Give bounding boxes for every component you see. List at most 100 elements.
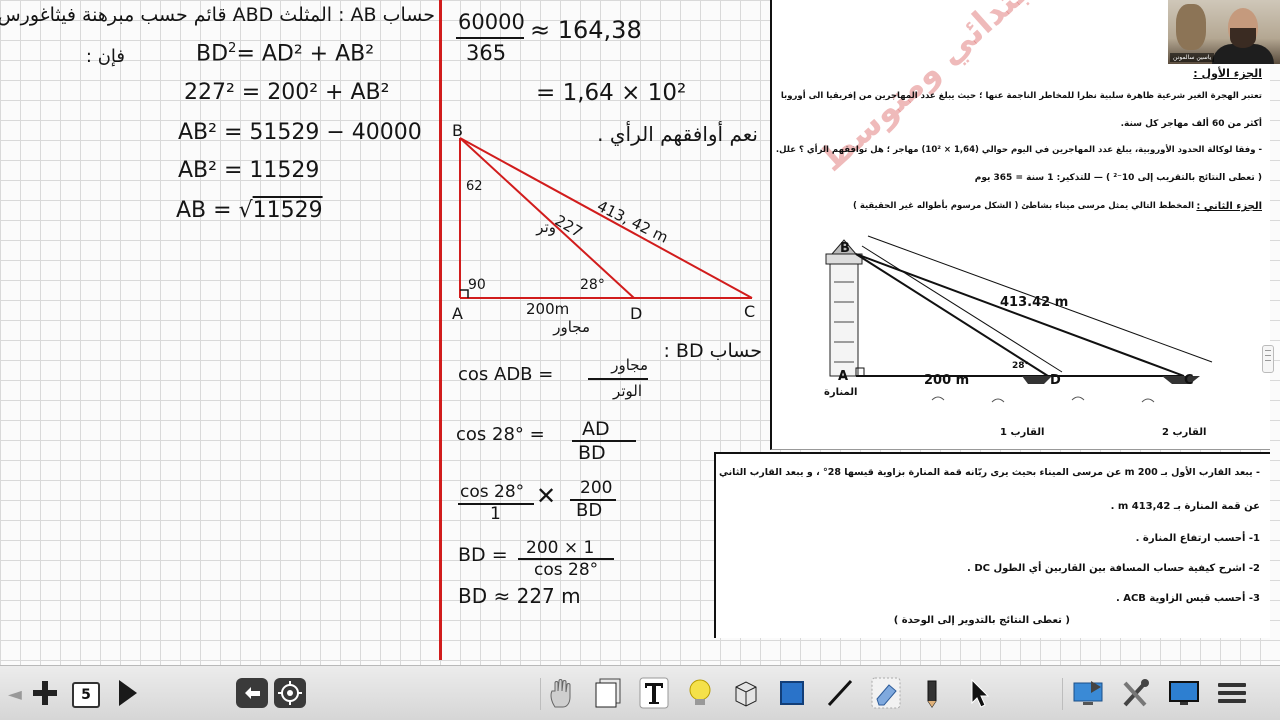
next-page-button[interactable] — [112, 676, 142, 710]
hand-icon — [550, 679, 571, 708]
step5: AB = √11529 — [176, 198, 323, 223]
fig-label-boat2: القارب 2 — [1162, 427, 1207, 438]
label-C: C — [744, 302, 756, 321]
step1-lhs: BD — [196, 41, 229, 67]
screen-capture-button[interactable] — [272, 676, 308, 710]
highlighter-button[interactable] — [682, 676, 718, 710]
3d-tool-button[interactable] — [728, 676, 764, 710]
fig-waves — [931, 396, 1155, 403]
fraction1-den: 365 — [466, 41, 507, 65]
fig-boat-1 — [1022, 376, 1052, 384]
toolbar-separator — [540, 678, 541, 710]
toolbar-scroll-left[interactable]: ◄ — [8, 684, 22, 705]
seg-AD-word: مجاور — [553, 318, 590, 336]
square-icon — [780, 681, 804, 705]
bd-final: BD ≈ 227 m — [458, 584, 581, 608]
cross-mark: ✕ — [536, 482, 557, 510]
cos-line1-num: مجاور — [611, 356, 648, 374]
bd-line-num: 200 × 1 — [526, 538, 595, 558]
question-3: 3- أحسب قيس الزاوية ACB . — [1115, 593, 1260, 604]
cursor-icon — [971, 678, 990, 708]
display-tool-button[interactable] — [1164, 676, 1204, 710]
sci-result: = 1,64 × 10² — [536, 80, 687, 106]
monitor-icon — [1169, 681, 1199, 705]
page-sorter-button[interactable] — [590, 676, 626, 710]
left-heading: حساب AB : المثلث ABD قائم حسب مبرهنة فيث… — [0, 4, 435, 26]
plus-icon — [33, 681, 57, 705]
text-icon — [639, 677, 669, 709]
toolbar-separator-2 — [1062, 678, 1063, 710]
cos-line1-den: الوتر — [613, 382, 642, 400]
cos-line2-den: BD — [578, 442, 606, 464]
exam-note: ( تعطى النتائج بالتدوير إلى الوحدة ) — [893, 615, 1070, 626]
pages-icon — [595, 678, 621, 708]
cos-line2-lhs: cos 28° = — [456, 424, 545, 445]
label-D: D — [630, 304, 643, 323]
cos-line1-lhs: cos ADB = — [458, 364, 554, 385]
fig-boat-2 — [1162, 376, 1200, 384]
step1-rhs: = AD² + AB² — [236, 41, 375, 67]
page-number-indicator[interactable]: 5 — [72, 682, 100, 708]
step3: AB² = 51529 − 40000 — [178, 120, 422, 145]
triangle-sketch — [459, 137, 753, 299]
part2-intro: المخطط التالي يمثل مرسى ميناء بشاطئ ( ال… — [852, 201, 1194, 211]
settings-tool-button[interactable] — [1116, 676, 1156, 710]
step1: BD2= AD² + AB² — [196, 41, 375, 67]
right-angle-mark — [460, 289, 469, 298]
menu-button[interactable] — [1212, 676, 1252, 710]
cos-line2-num: AD — [582, 418, 610, 440]
cos-line3-den-left: 1 — [490, 504, 501, 524]
then-label: فإن : — [85, 46, 125, 67]
fig-label-boat1: القارب 1 — [1000, 427, 1045, 438]
pencil-icon — [927, 680, 937, 708]
step4: AB² = 11529 — [178, 158, 320, 183]
fig-label-lighthouse: المنارة — [824, 387, 858, 398]
exam-sheet-top: دروس الاستاذ ياسين ابتدائي ومتوسط الجزء … — [770, 0, 1270, 450]
fraction1-result: ≈ 164,38 — [530, 16, 642, 44]
angle-B: 62 — [466, 179, 483, 194]
fraction1-num: 60000 — [458, 10, 525, 34]
cube-icon — [735, 681, 757, 707]
tools-icon — [1123, 679, 1149, 707]
angle-A: 90 — [468, 277, 486, 293]
exam-figure — [825, 235, 1213, 403]
step2: 227² = 200² + AB² — [184, 80, 390, 105]
part1-line4: ( تعطى النتائج بالتقريب إلى 10⁻² ) — للت… — [974, 173, 1262, 183]
screen-share-icon — [1073, 681, 1103, 705]
cos-line1-bar — [588, 378, 648, 380]
fig-label-C: C — [1184, 373, 1194, 388]
angle-D: 28° — [580, 277, 605, 293]
fig-label-BC: 413.42 m — [1000, 295, 1069, 310]
pen-tool-button[interactable] — [914, 676, 950, 710]
bd-heading: حساب BD : — [663, 340, 762, 362]
menu-icon — [1218, 683, 1246, 703]
add-page-button[interactable] — [28, 676, 62, 710]
select-tool-button[interactable] — [962, 676, 998, 710]
bd-line-den: cos 28° — [534, 560, 599, 580]
undo-icon — [236, 678, 268, 708]
exam-sheet-bottom: - يبعد القارب الأول بـ 200 m عن مرسى الم… — [714, 452, 1270, 638]
presenter-beard — [1230, 28, 1256, 48]
label-B: B — [452, 121, 463, 140]
part1-line3: - وفقا لوكالة الحدود الأوروبية، يبلغ عدد… — [775, 145, 1262, 155]
target-icon — [274, 678, 306, 708]
text-tool-button[interactable] — [636, 676, 672, 710]
bottom-toolbar: ◄ 5 — [0, 665, 1280, 720]
eraser-tool-button[interactable] — [868, 676, 904, 710]
hand-tool-button[interactable] — [544, 676, 580, 710]
scroll-handle[interactable] — [1262, 345, 1274, 373]
shape-tool-button[interactable] — [774, 676, 810, 710]
part2-line1: - يبعد القارب الأول بـ 200 m عن مرسى الم… — [718, 467, 1260, 478]
part1-line2: أكثر من 60 ألف مهاجر كل سنة. — [1120, 119, 1262, 129]
whiteboard-canvas[interactable]: حساب AB : المثلث ABD قائم حسب مبرهنة فيث… — [0, 0, 1280, 665]
undo-button[interactable] — [234, 676, 270, 710]
cos-line3-num-left: cos 28° — [460, 482, 525, 502]
line-tool-button[interactable] — [822, 676, 858, 710]
step5-root: 11529 — [252, 198, 323, 223]
fig-label-D: D — [1050, 373, 1061, 388]
webcam-overlay: ياسين سالمونن — [1168, 0, 1280, 64]
cos-line3-den-right: BD — [576, 500, 603, 521]
screen-share-button[interactable] — [1068, 676, 1108, 710]
seg-AD: 200m — [526, 300, 570, 318]
label-A: A — [452, 304, 463, 323]
